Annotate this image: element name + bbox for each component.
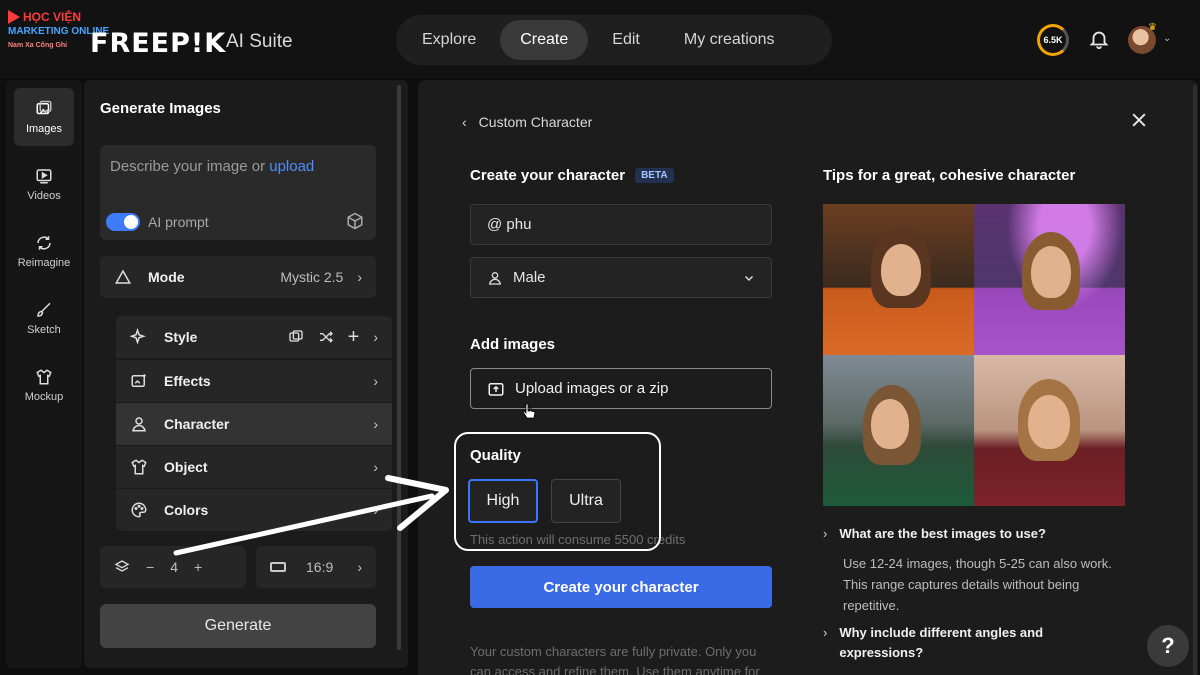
chevron-right-icon: ›: [823, 625, 828, 640]
prompt-placeholder: Describe your image or upload: [110, 158, 315, 175]
chevron-right-icon: ›: [373, 416, 378, 432]
ai-prompt-label: AI prompt: [148, 214, 209, 230]
add-images-title: Add images: [470, 336, 556, 353]
example-photo: [823, 355, 974, 506]
create-character-button[interactable]: Create your character: [470, 566, 772, 608]
create-character-title: Create your character BETA: [470, 167, 674, 184]
chevron-right-icon: ›: [373, 502, 378, 518]
option-colors[interactable]: Colors ›: [116, 489, 392, 531]
sparkle-icon: [130, 328, 146, 345]
upload-image-icon: [488, 382, 504, 396]
play-icon: [8, 10, 20, 24]
scrollbar[interactable]: [1193, 85, 1197, 675]
rail-item-mockup[interactable]: Mockup: [14, 356, 74, 414]
privacy-note: Your custom characters are fully private…: [470, 644, 760, 675]
object-icon: [131, 459, 147, 475]
image-icon: [36, 100, 52, 114]
tab-explore[interactable]: Explore: [402, 20, 496, 60]
count-value: 4: [170, 559, 178, 575]
main-nav: Explore Create Edit My creations: [396, 15, 832, 65]
triangle-icon: [114, 269, 132, 284]
hand-cursor-icon: [522, 403, 536, 419]
generate-button[interactable]: Generate: [100, 604, 376, 648]
top-bar: HỌC VIỆN MARKETING ONLINE Nam Xa Công Gh…: [0, 0, 1200, 78]
chevron-down-icon[interactable]: ⌄: [1163, 33, 1171, 44]
rail-item-videos[interactable]: Videos: [14, 155, 74, 213]
tab-create[interactable]: Create: [500, 20, 589, 60]
chevron-right-icon: ›: [373, 329, 378, 345]
person-icon: [132, 417, 146, 432]
bell-icon[interactable]: [1088, 28, 1110, 50]
mode-selector[interactable]: Mode Mystic 2.5 ›: [100, 256, 376, 298]
chevron-right-icon: ›: [823, 526, 828, 541]
brand-logo: FREEP!K: [90, 28, 227, 59]
video-icon: [36, 168, 52, 183]
refresh-icon: [37, 235, 51, 250]
brand-area[interactable]: HỌC VIỆN MARKETING ONLINE Nam Xa Công Gh…: [8, 10, 308, 66]
credits-badge[interactable]: 6.5K: [1037, 24, 1069, 56]
example-photos-grid: [823, 204, 1125, 506]
upload-link[interactable]: upload: [269, 158, 314, 175]
prompt-input[interactable]: Describe your image or upload AI prompt: [100, 145, 376, 240]
chevron-right-icon: ›: [373, 459, 378, 475]
photo-effects-icon: [131, 374, 146, 387]
chevron-down-icon: [744, 275, 754, 281]
tool-rail: Images Videos Reimagine Sketch Mockup: [6, 80, 82, 668]
tab-my-creations[interactable]: My creations: [664, 20, 795, 60]
example-photo: [823, 204, 974, 355]
faq-best-images[interactable]: › What are the best images to use?: [823, 524, 1046, 544]
aspect-ratio-icon: [270, 562, 286, 572]
mode-value: Mystic 2.5: [280, 269, 344, 285]
faq-answer: Use 12-24 images, though 5-25 can also w…: [843, 556, 1112, 613]
gender-select[interactable]: Male: [470, 257, 772, 298]
image-reference-icon[interactable]: [288, 329, 304, 345]
option-style[interactable]: Style + ›: [116, 316, 392, 358]
character-name-input[interactable]: @ phu: [470, 204, 772, 245]
generate-panel: Generate Images Describe your image or u…: [84, 80, 408, 668]
beta-badge: BETA: [635, 168, 674, 183]
chevron-right-icon: ›: [373, 373, 378, 389]
crown-icon: ♛: [1148, 22, 1157, 33]
cube-icon[interactable]: [346, 212, 364, 230]
close-icon[interactable]: [1129, 110, 1149, 130]
chevron-right-icon: ›: [357, 559, 362, 575]
tips-title: Tips for a great, cohesive character: [823, 167, 1076, 184]
shuffle-icon[interactable]: [318, 329, 334, 345]
option-character[interactable]: Character ›: [116, 403, 392, 445]
chevron-left-icon: ‹: [462, 114, 467, 130]
upload-images-button[interactable]: Upload images or a zip: [470, 368, 772, 409]
aspect-ratio-selector[interactable]: 16:9 ›: [256, 546, 376, 588]
shirt-icon: [36, 368, 52, 384]
panel-title: Generate Images: [100, 100, 221, 117]
rail-item-reimagine[interactable]: Reimagine: [14, 222, 74, 280]
highlight-box: [454, 432, 661, 551]
option-effects[interactable]: Effects ›: [116, 360, 392, 402]
faq-angles[interactable]: › Why include different angles and expre…: [823, 623, 1073, 663]
suite-label: AI Suite: [226, 31, 293, 52]
increment-button[interactable]: +: [194, 559, 202, 575]
example-photo: [974, 355, 1125, 506]
back-button[interactable]: ‹ Custom Character: [462, 114, 592, 130]
rail-item-sketch[interactable]: Sketch: [14, 289, 74, 347]
rail-item-images[interactable]: Images: [14, 88, 74, 146]
palette-icon: [131, 502, 147, 518]
tab-edit[interactable]: Edit: [592, 20, 660, 60]
help-button[interactable]: ?: [1147, 625, 1189, 667]
chevron-right-icon: ›: [357, 269, 362, 285]
example-photo: [974, 204, 1125, 355]
option-object[interactable]: Object ›: [116, 446, 392, 488]
scrollbar[interactable]: [397, 85, 401, 650]
ai-prompt-toggle[interactable]: [106, 213, 140, 231]
image-count-stepper: − 4 +: [100, 546, 246, 588]
custom-character-panel: ‹ Custom Character Create your character…: [418, 80, 1198, 675]
brush-icon: [37, 302, 51, 317]
layers-icon: [114, 560, 130, 572]
plus-icon[interactable]: +: [348, 326, 360, 349]
decrement-button[interactable]: −: [146, 559, 154, 575]
person-icon: [488, 271, 502, 285]
